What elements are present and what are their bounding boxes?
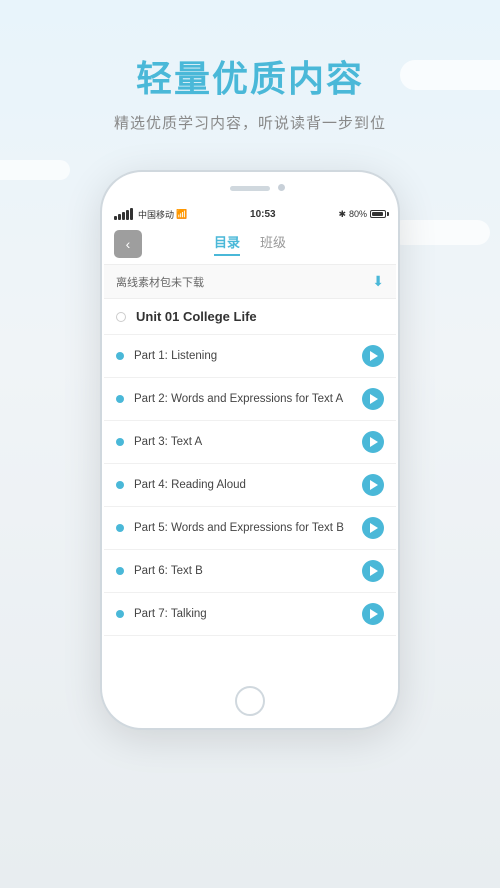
hero-title: 轻量优质内容 (0, 50, 500, 102)
play-button[interactable] (362, 517, 384, 539)
phone-speaker (230, 186, 270, 191)
play-button[interactable] (362, 560, 384, 582)
signal-bar (114, 216, 117, 220)
part-label: Part 7: Talking (134, 606, 362, 622)
part-label: Part 2: Words and Expressions for Text A (134, 391, 362, 407)
signal-bar (130, 208, 133, 220)
cloud-decoration (0, 160, 70, 180)
play-button[interactable] (362, 474, 384, 496)
list-item: Part 6: Text B (104, 550, 396, 593)
play-icon (370, 523, 378, 533)
list-item: Part 4: Reading Aloud (104, 464, 396, 507)
tab-class[interactable]: 班级 (260, 232, 286, 256)
content-list: Unit 01 College Life Part 1: Listening P… (104, 299, 396, 636)
play-icon (370, 394, 378, 404)
battery-label: 80% (349, 209, 367, 219)
part-label: Part 5: Words and Expressions for Text B (134, 520, 362, 536)
back-icon: ‹ (126, 236, 131, 252)
signal-bar (122, 212, 125, 220)
signal-bar (126, 210, 129, 220)
part-dot-icon (116, 438, 124, 446)
offline-label: 离线素材包未下载 (116, 274, 204, 290)
battery-icon (370, 210, 386, 218)
part-label: Part 4: Reading Aloud (134, 477, 362, 493)
battery-fill (372, 212, 383, 216)
part-label: Part 3: Text A (134, 434, 362, 450)
play-button[interactable] (362, 603, 384, 625)
signal-bars (114, 208, 133, 220)
hero-section: 轻量优质内容 精选优质学习内容，听说读背一步到位 (0, 50, 500, 133)
download-icon[interactable]: ⬇ (372, 273, 384, 290)
status-left: 中国移动 📶 (114, 208, 187, 221)
list-item: Part 5: Words and Expressions for Text B (104, 507, 396, 550)
signal-bar (118, 214, 121, 220)
play-button[interactable] (362, 388, 384, 410)
unit-title: Unit 01 College Life (136, 309, 257, 324)
part-dot-icon (116, 395, 124, 403)
play-icon (370, 437, 378, 447)
play-icon (370, 351, 378, 361)
unit-header: Unit 01 College Life (104, 299, 396, 335)
part-dot-icon (116, 481, 124, 489)
status-time: 10:53 (250, 209, 276, 220)
list-item: Part 1: Listening (104, 335, 396, 378)
phone-camera (278, 184, 285, 191)
unit-circle-icon (116, 312, 126, 322)
list-item: Part 7: Talking (104, 593, 396, 636)
back-button[interactable]: ‹ (114, 230, 142, 258)
tab-catalog[interactable]: 目录 (214, 232, 240, 256)
hero-subtitle: 精选优质学习内容，听说读背一步到位 (0, 112, 500, 133)
part-dot-icon (116, 524, 124, 532)
wifi-icon: 📶 (176, 209, 187, 220)
play-icon (370, 480, 378, 490)
play-icon (370, 566, 378, 576)
play-icon (370, 609, 378, 619)
phone-screen: 中国移动 📶 10:53 ✱ 80% ‹ 目录 (104, 204, 396, 678)
part-dot-icon (116, 610, 124, 618)
cloud-decoration (390, 220, 490, 245)
play-button[interactable] (362, 431, 384, 453)
status-bar: 中国移动 📶 10:53 ✱ 80% (104, 204, 396, 224)
part-label: Part 1: Listening (134, 348, 362, 364)
phone-mockup: 中国移动 📶 10:53 ✱ 80% ‹ 目录 (100, 170, 400, 730)
nav-tabs: 目录 班级 (142, 232, 358, 256)
status-right: ✱ 80% (338, 209, 386, 220)
offline-banner: 离线素材包未下载 ⬇ (104, 265, 396, 299)
carrier-label: 中国移动 (138, 208, 174, 221)
list-item: Part 3: Text A (104, 421, 396, 464)
list-item: Part 2: Words and Expressions for Text A (104, 378, 396, 421)
play-button[interactable] (362, 345, 384, 367)
phone-home-button (235, 686, 265, 716)
part-dot-icon (116, 567, 124, 575)
phone-body: 中国移动 📶 10:53 ✱ 80% ‹ 目录 (100, 170, 400, 730)
part-dot-icon (116, 352, 124, 360)
nav-bar: ‹ 目录 班级 (104, 224, 396, 265)
bluetooth-icon: ✱ (338, 209, 346, 220)
part-label: Part 6: Text B (134, 563, 362, 579)
